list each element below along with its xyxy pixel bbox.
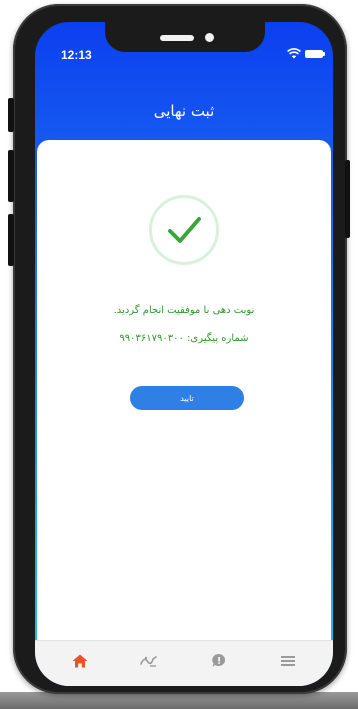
camera [205, 33, 214, 42]
page-title: ثبت نهایی [153, 102, 215, 120]
checkmark-icon [168, 217, 201, 243]
volume-down-button [8, 214, 14, 266]
tracking-number: شماره پیگیری: ۹۹۰۳۶۱۷۹۰۳۰۰ [119, 333, 249, 344]
wifi-icon [287, 48, 301, 59]
status-time: 12:13 [61, 48, 92, 62]
result-card: نوبت دهی با موفقیت انجام گردید. شماره پی… [37, 140, 331, 640]
bottom-nav [35, 640, 333, 686]
floor-shadow [0, 692, 358, 709]
speaker [160, 35, 194, 41]
battery-icon [305, 49, 325, 58]
nav-item-chat[interactable] [199, 646, 239, 676]
success-badge [149, 195, 219, 265]
mute-switch [8, 98, 14, 132]
chat-icon [212, 653, 225, 667]
nav-item-home[interactable] [60, 646, 100, 676]
screenshot-stage: 12:13 ثبت نهایی نوبت دهی با موفقیت انجام… [0, 0, 358, 709]
home-icon [72, 654, 88, 667]
nav-item-logo[interactable] [129, 646, 169, 676]
nav-item-menu[interactable] [268, 646, 308, 676]
success-message: نوبت دهی با موفقیت انجام گردید. [113, 305, 255, 316]
logo-icon [140, 655, 158, 667]
menu-icon [281, 655, 296, 666]
status-icons [287, 48, 325, 59]
volume-up-button [8, 150, 14, 202]
notch [105, 22, 265, 52]
power-button [345, 160, 350, 238]
confirm-button[interactable]: تایید [130, 386, 244, 410]
phone-screen: 12:13 ثبت نهایی نوبت دهی با موفقیت انجام… [35, 22, 333, 686]
